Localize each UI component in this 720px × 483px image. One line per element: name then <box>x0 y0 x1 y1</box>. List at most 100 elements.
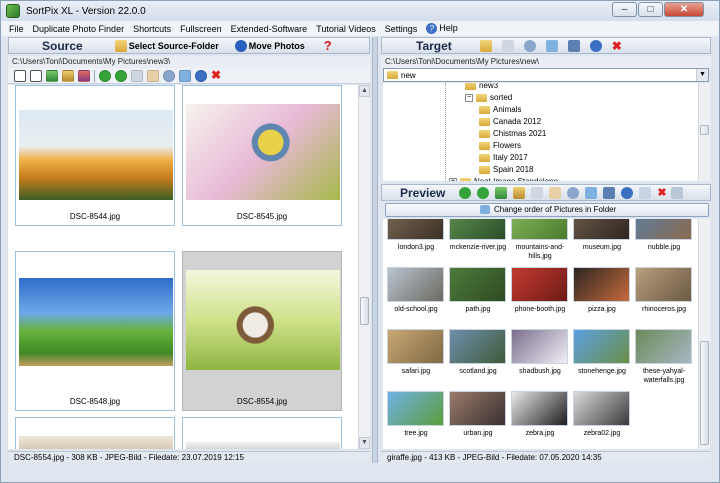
thumbnail-dsc-8544[interactable]: DSC-8544.jpg <box>15 85 175 226</box>
image-edit-icon[interactable] <box>179 69 191 82</box>
tree-item[interactable]: new3 <box>465 83 498 92</box>
sort-icon[interactable] <box>46 69 58 82</box>
preview-thumbnail[interactable]: zebra02.jpg <box>573 391 631 449</box>
preview-thumbnail[interactable]: nubble.jpg <box>635 219 693 265</box>
thumbnail-partial-1[interactable] <box>15 417 175 449</box>
search-icon[interactable] <box>523 39 536 52</box>
menu-shortcuts[interactable]: Shortcuts <box>133 24 171 34</box>
move-to-icon[interactable] <box>501 39 514 52</box>
thumbnail-partial-2[interactable] <box>182 417 342 449</box>
tree-item[interactable]: Flowers <box>479 140 521 152</box>
grid-icon[interactable] <box>513 186 526 199</box>
preview-scrollbar[interactable] <box>698 219 710 449</box>
preview-thumbnail[interactable]: rhinoceros.jpg <box>635 267 693 327</box>
expand-toggle-icon[interactable]: − <box>465 93 473 102</box>
scroll-down-icon[interactable]: ▼ <box>359 437 370 449</box>
preview-thumbnail[interactable]: phone-booth.jpg <box>511 267 569 327</box>
scroll-thumb[interactable] <box>700 341 709 445</box>
maximize-button[interactable]: □ <box>638 2 663 17</box>
undo-icon[interactable] <box>670 186 683 199</box>
rotate-right-icon[interactable] <box>477 186 490 199</box>
move-icon[interactable] <box>131 69 143 82</box>
tree-item-label: Chistmas 2021 <box>493 129 547 138</box>
menu-tutorial-videos[interactable]: Tutorial Videos <box>316 24 376 34</box>
uncheck-icon[interactable] <box>30 69 42 82</box>
preview-thumbnail[interactable]: tree.jpg <box>387 391 445 449</box>
preview-thumbnail[interactable]: shadbush.jpg <box>511 329 569 389</box>
preview-image <box>387 267 444 302</box>
refresh-icon[interactable] <box>621 186 634 199</box>
scroll-thumb[interactable] <box>360 297 369 325</box>
menu-extended-software[interactable]: Extended-Software <box>231 24 308 34</box>
preview-thumbnail[interactable]: museum.jpg <box>573 219 631 265</box>
scroll-thumb[interactable] <box>700 125 709 135</box>
preview-thumbnail[interactable]: mckenzie-river.jpg <box>449 219 507 265</box>
scroll-up-icon[interactable]: ▲ <box>359 85 370 97</box>
minimize-button[interactable]: – <box>612 2 637 17</box>
rotate-right-icon[interactable] <box>115 69 127 82</box>
tree-item[interactable]: Animals <box>479 104 521 116</box>
select-source-folder-button[interactable]: Select Source-Folder <box>108 38 224 53</box>
zoom-icon[interactable] <box>163 69 175 82</box>
preview-thumbnail[interactable]: urban.jpg <box>449 391 507 449</box>
folder-icon <box>460 177 471 181</box>
image-edit-icon[interactable] <box>585 186 598 199</box>
menu-file[interactable]: File <box>9 24 24 34</box>
preview-thumbnail[interactable]: london3.jpg <box>387 219 445 265</box>
preview-thumbnail[interactable]: safari.jpg <box>387 329 445 389</box>
preview-thumbnail[interactable]: scotland.jpg <box>449 329 507 389</box>
preview-thumbnail[interactable]: stonehenge.jpg <box>573 329 631 389</box>
tree-item[interactable]: − sorted <box>465 92 512 104</box>
target-folder-combo[interactable]: new ▼ <box>383 68 709 82</box>
close-button[interactable]: ✕ <box>664 2 704 17</box>
filter-icon[interactable] <box>78 69 90 82</box>
expand-toggle-icon[interactable]: + <box>449 177 457 181</box>
panel-splitter[interactable] <box>372 37 378 463</box>
tree-item[interactable]: Spain 2018 <box>479 164 533 176</box>
preview-caption: museum.jpg <box>582 244 622 251</box>
delete-icon[interactable]: ✖ <box>211 69 223 82</box>
tree-scrollbar[interactable] <box>698 83 710 181</box>
preview-thumbnail[interactable]: these-yahyal-waterfalls.jpg <box>635 329 693 389</box>
change-order-button[interactable]: Change order of Pictures in Folder <box>385 203 709 217</box>
chevron-down-icon[interactable]: ▼ <box>696 69 708 81</box>
sort-icon[interactable] <box>495 186 508 199</box>
document-icon[interactable] <box>147 69 159 82</box>
preview-thumbnail[interactable]: pizza.jpg <box>573 267 631 327</box>
preview-thumbnail[interactable]: path.jpg <box>449 267 507 327</box>
tree-item[interactable]: Chistmas 2021 <box>479 128 546 140</box>
preview-thumbnail[interactable]: zebra.jpg <box>511 391 569 449</box>
preview-caption: phone-booth.jpg <box>514 306 566 313</box>
menu-settings[interactable]: Settings <box>385 24 418 34</box>
move-photos-button[interactable]: Move Photos <box>228 38 310 53</box>
preview-thumbnail[interactable]: mountains-and-hills.jpg <box>511 219 569 265</box>
monitor-icon[interactable] <box>603 186 616 199</box>
rotate-left-icon[interactable] <box>459 186 472 199</box>
menu-fullscreen[interactable]: Fullscreen <box>180 24 222 34</box>
document-icon[interactable] <box>549 186 562 199</box>
image-icon[interactable] <box>545 39 558 52</box>
refresh-icon[interactable] <box>195 69 207 82</box>
move-icon[interactable] <box>531 186 544 199</box>
menu-help[interactable]: ? Help <box>426 23 458 35</box>
rotate-left-icon[interactable] <box>99 69 111 82</box>
tree-item[interactable]: + Neat Image Standalone <box>449 176 558 181</box>
export-icon[interactable] <box>639 186 652 199</box>
delete-icon[interactable]: ✖ <box>612 39 622 53</box>
delete-icon[interactable]: ✖ <box>657 186 666 199</box>
menu-duplicate-photo-finder[interactable]: Duplicate Photo Finder <box>33 24 125 34</box>
thumbnail-dsc-8545[interactable]: DSC-8545.jpg <box>182 85 342 226</box>
tree-item[interactable]: Canada 2012 <box>479 116 541 128</box>
new-folder-icon[interactable] <box>479 39 492 52</box>
check-all-icon[interactable] <box>14 69 26 82</box>
thumbnail-dsc-8548[interactable]: DSC-8548.jpg <box>15 251 175 411</box>
source-scrollbar[interactable]: ▲ ▼ <box>358 85 370 449</box>
grid-icon[interactable] <box>62 69 74 82</box>
zoom-icon[interactable] <box>567 186 580 199</box>
monitor-icon[interactable] <box>567 39 580 52</box>
refresh-icon[interactable] <box>589 39 602 52</box>
preview-thumbnail[interactable]: old-school.jpg <box>387 267 445 327</box>
help-red-icon[interactable]: ? <box>324 38 332 53</box>
tree-item[interactable]: Italy 2017 <box>479 152 528 164</box>
thumbnail-dsc-8554[interactable]: DSC-8554.jpg <box>182 251 342 411</box>
